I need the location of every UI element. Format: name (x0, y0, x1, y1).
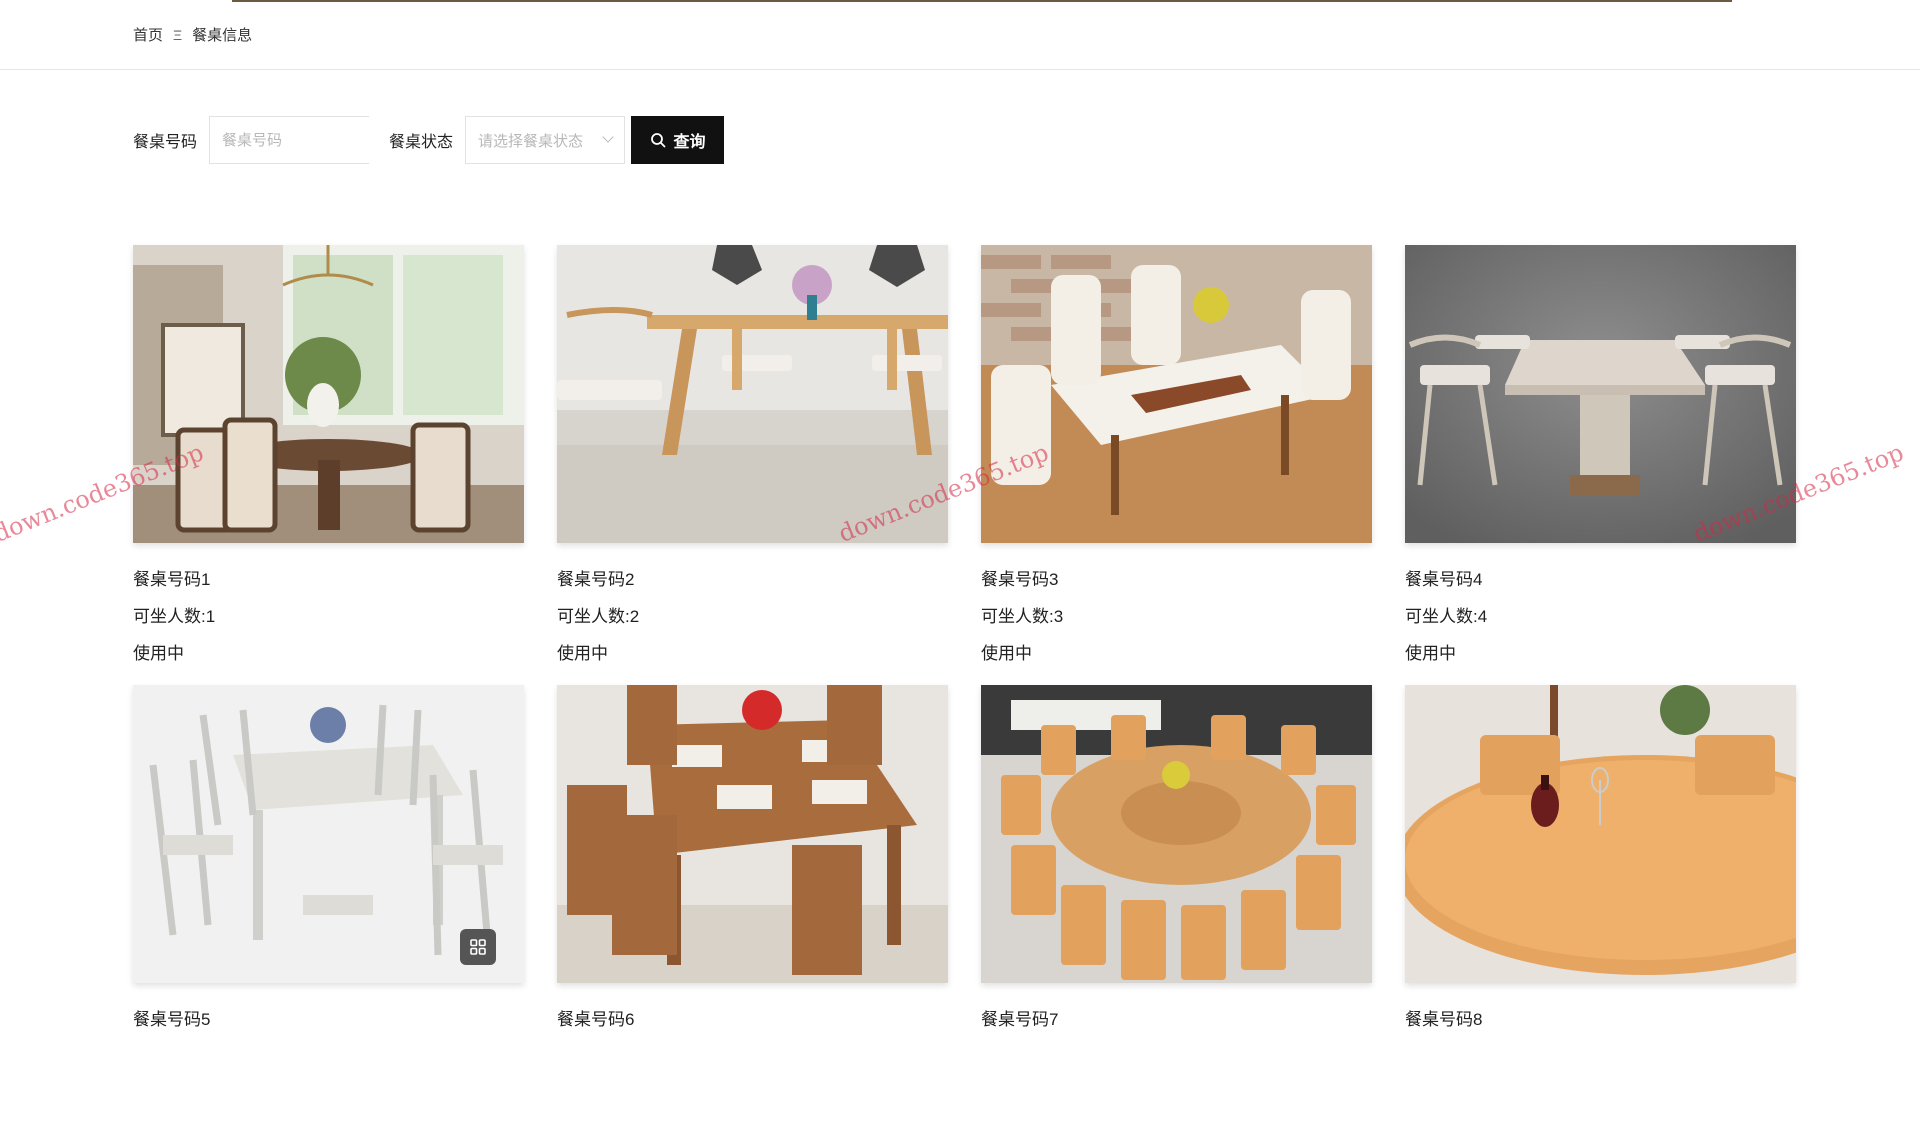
search-icon (650, 133, 665, 148)
table-name: 餐桌号码8 (1405, 1010, 1483, 1029)
table-seats: 可坐人数:4 (1405, 607, 1488, 626)
table-card[interactable]: 餐桌号码1 可坐人数:1 使用中 (133, 245, 524, 685)
breadcrumb-current: 餐桌信息 (192, 27, 253, 44)
table-name: 餐桌号码5 (133, 1010, 211, 1029)
table-number-label: 餐桌号码 (133, 134, 198, 151)
table-card-grid: 餐桌号码1 可坐人数:1 使用中 餐桌号码2 可坐人数:2 使用中 餐桌号码3 … (133, 245, 1796, 1125)
table-image[interactable] (133, 245, 524, 543)
table-image[interactable] (557, 245, 948, 543)
top-bar: 首页 Ξ 餐桌信息 (0, 0, 1920, 70)
table-card[interactable]: 餐桌号码4 可坐人数:4 使用中 (1405, 245, 1796, 685)
table-image[interactable] (981, 245, 1372, 543)
table-image[interactable] (981, 685, 1372, 983)
table-card[interactable]: 餐桌号码2 可坐人数:2 使用中 (557, 245, 948, 685)
table-name: 餐桌号码2 (557, 570, 635, 589)
table-status-select[interactable]: 请选择餐桌状态 (465, 116, 626, 164)
top-accent-line (232, 0, 1732, 2)
table-status: 使用中 (981, 644, 1032, 663)
table-image[interactable] (1405, 685, 1796, 983)
table-status-placeholder: 请选择餐桌状态 (478, 132, 584, 150)
table-image[interactable] (1405, 245, 1796, 543)
search-button[interactable]: 查询 (631, 116, 725, 164)
breadcrumb-separator-icon: Ξ (173, 26, 183, 43)
table-image[interactable] (557, 685, 948, 983)
gallery-icon[interactable] (460, 929, 496, 965)
search-button-label: 查询 (673, 134, 706, 151)
table-card[interactable]: 餐桌号码7 (981, 685, 1372, 1125)
table-image[interactable] (133, 685, 524, 983)
table-status-label: 餐桌状态 (389, 134, 454, 151)
table-name: 餐桌号码7 (981, 1010, 1059, 1029)
table-name: 餐桌号码6 (557, 1010, 635, 1029)
table-seats: 可坐人数:1 (133, 607, 216, 626)
table-status: 使用中 (133, 644, 184, 663)
chevron-down-icon (602, 131, 614, 143)
breadcrumb: 首页 Ξ 餐桌信息 (133, 24, 252, 45)
breadcrumb-home[interactable]: 首页 (133, 24, 163, 45)
filter-bar: 餐桌号码 餐桌状态 请选择餐桌状态 查询 (133, 116, 725, 164)
table-name: 餐桌号码1 (133, 570, 211, 589)
table-name: 餐桌号码3 (981, 570, 1059, 589)
table-status: 使用中 (1405, 644, 1456, 663)
table-seats: 可坐人数:2 (557, 607, 640, 626)
table-card[interactable]: 餐桌号码6 (557, 685, 948, 1125)
table-number-input[interactable] (209, 116, 370, 164)
table-name: 餐桌号码4 (1405, 570, 1483, 589)
table-card[interactable]: 餐桌号码5 (133, 685, 524, 1125)
table-status: 使用中 (557, 644, 608, 663)
table-card[interactable]: 餐桌号码3 可坐人数:3 使用中 (981, 245, 1372, 685)
table-card[interactable]: 餐桌号码8 (1405, 685, 1796, 1125)
table-seats: 可坐人数:3 (981, 607, 1064, 626)
